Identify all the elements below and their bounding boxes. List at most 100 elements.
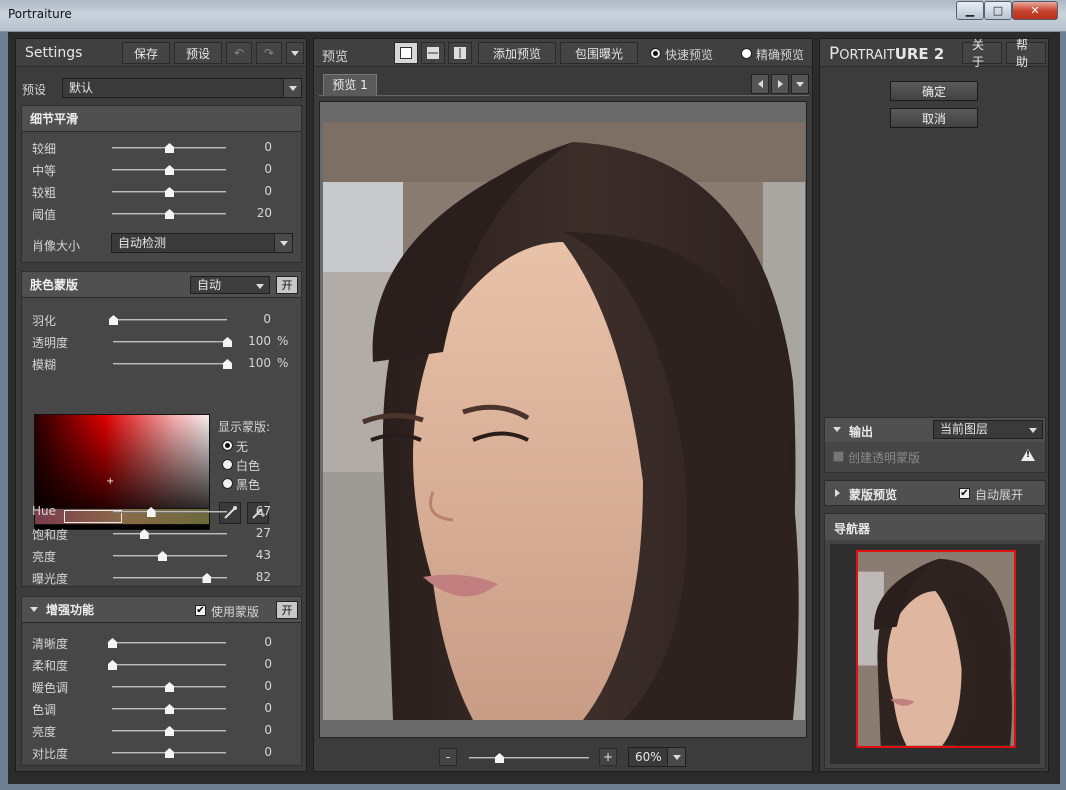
slider-thumb[interactable] — [158, 551, 168, 561]
tab-next-button[interactable] — [771, 74, 789, 94]
output-target-select[interactable]: 当前图层 — [933, 420, 1043, 439]
slider-thumb[interactable] — [165, 187, 174, 197]
preview-tab[interactable]: 预览 1 — [323, 74, 377, 96]
preview-title: 预览 — [322, 50, 349, 65]
zoom-in-button[interactable]: + — [599, 748, 617, 766]
mask-option-label: 黑色 — [236, 478, 261, 492]
mask-option-label: 无 — [236, 440, 249, 454]
close-button[interactable]: ✕ — [1012, 1, 1058, 20]
slider-track[interactable] — [108, 660, 226, 670]
split-vertical-button[interactable] — [448, 42, 472, 64]
slider-track[interactable] — [112, 682, 226, 692]
clip-exposure-button[interactable]: 包围曝光 — [560, 42, 638, 64]
chevron-down-icon — [667, 748, 685, 766]
use-mask-checkbox[interactable]: ✔ — [195, 605, 206, 616]
zoom-slider-thumb[interactable] — [495, 753, 504, 763]
navigator-view[interactable] — [830, 544, 1040, 764]
slider-value: 0 — [264, 162, 272, 176]
slider-track[interactable] — [113, 337, 232, 347]
slider-value: 0 — [264, 745, 272, 759]
navigator-viewport-frame[interactable] — [856, 550, 1016, 748]
slider-thumb[interactable] — [165, 143, 174, 153]
slider-label: 透明度 — [32, 336, 69, 350]
save-button[interactable]: 保存 — [122, 42, 170, 64]
slider-thumb[interactable] — [223, 337, 232, 347]
add-preview-button[interactable]: 添加预览 — [478, 42, 556, 64]
preview-canvas[interactable] — [319, 101, 807, 738]
slider-track[interactable] — [113, 529, 227, 539]
slider-track[interactable] — [109, 315, 227, 325]
mask-option-radio[interactable] — [222, 459, 233, 470]
slider-thumb[interactable] — [202, 573, 212, 583]
ok-button[interactable]: 确定 — [890, 81, 978, 101]
minimize-button[interactable]: ▁ — [956, 1, 984, 20]
eyedropper-button[interactable] — [219, 502, 241, 524]
about-button[interactable]: 关于 — [962, 38, 1002, 69]
zoom-select[interactable]: 60% — [628, 747, 686, 767]
collapse-icon — [833, 427, 841, 432]
output-section: 输出 当前图层 创建透明蒙版 ! — [824, 417, 1046, 473]
create-mask-label: 创建透明蒙版 — [848, 451, 921, 465]
split-horizontal-button[interactable] — [421, 42, 445, 64]
auto-expand-checkbox[interactable]: ✔ — [959, 488, 970, 499]
slider-track[interactable] — [113, 359, 232, 369]
slider-thumb[interactable] — [165, 726, 174, 736]
tab-menu-button[interactable] — [791, 74, 809, 94]
accurate-preview-label: 精确预览 — [756, 48, 805, 62]
redo-button[interactable]: ↷ — [256, 42, 282, 64]
skin-mode-select[interactable]: 自动 — [190, 276, 270, 294]
slider-track[interactable] — [113, 507, 227, 517]
tab-prev-button[interactable] — [751, 74, 769, 94]
slider-thumb[interactable] — [108, 660, 117, 670]
slider-track[interactable] — [112, 704, 226, 714]
slider-track[interactable] — [112, 748, 226, 758]
enhance-toggle[interactable]: 开 — [276, 601, 298, 619]
slider-value: 100 — [248, 334, 271, 348]
slider-thumb[interactable] — [109, 315, 118, 325]
help-button[interactable]: 帮助 — [1006, 38, 1046, 69]
zoom-slider[interactable] — [469, 753, 589, 763]
enhance-header[interactable]: 增强功能 — [22, 597, 301, 623]
accurate-preview-radio[interactable] — [741, 48, 752, 59]
undo-button[interactable]: ↶ — [226, 42, 252, 64]
slider-track[interactable] — [113, 551, 227, 561]
preset-select[interactable]: 默认 — [62, 78, 302, 98]
maximize-button[interactable]: □ — [984, 1, 1012, 20]
collapse-icon — [30, 607, 38, 612]
slider-track[interactable] — [112, 209, 226, 219]
slider-track[interactable] — [112, 143, 226, 153]
fast-preview-radio[interactable] — [650, 48, 661, 59]
mask-option-radio[interactable] — [222, 440, 233, 451]
single-view-button[interactable] — [394, 42, 418, 64]
zoom-out-button[interactable]: - — [439, 748, 457, 766]
skin-mask-toggle[interactable]: 开 — [276, 276, 298, 294]
slider-thumb[interactable] — [139, 529, 149, 539]
mask-option-radio[interactable] — [222, 478, 233, 489]
output-title: 输出 — [849, 425, 874, 439]
portrait-size-select[interactable]: 自动检测 — [111, 233, 293, 253]
slider-thumb[interactable] — [165, 682, 174, 692]
slider-track[interactable] — [112, 726, 226, 736]
slider-track[interactable] — [108, 638, 226, 648]
slider-track[interactable] — [112, 165, 226, 175]
single-view-icon — [400, 47, 412, 59]
create-mask-checkbox[interactable] — [833, 451, 844, 462]
settings-menu-button[interactable] — [286, 42, 304, 64]
preset-button[interactable]: 预设 — [174, 42, 222, 64]
preview-tab-bar: 预览 1 — [319, 72, 809, 96]
slider-track[interactable] — [113, 573, 227, 583]
cancel-button[interactable]: 取消 — [890, 108, 978, 128]
detail-smoothing-header[interactable]: 细节平滑 — [22, 106, 301, 132]
slider-thumb[interactable] — [165, 209, 174, 219]
slider-label: 模糊 — [32, 358, 57, 372]
slider-thumb[interactable] — [165, 748, 174, 758]
navigator-title: 导航器 — [834, 522, 871, 536]
brand-logo: PORTRAITURE 2 — [829, 44, 944, 64]
slider-thumb[interactable] — [165, 165, 174, 175]
slider-value: 0 — [264, 635, 272, 649]
slider-track[interactable] — [112, 187, 226, 197]
slider-thumb[interactable] — [165, 704, 174, 714]
slider-thumb[interactable] — [108, 638, 117, 648]
brand-header: PORTRAITURE 2 关于 帮助 — [820, 38, 1048, 69]
slider-thumb[interactable] — [223, 359, 232, 369]
